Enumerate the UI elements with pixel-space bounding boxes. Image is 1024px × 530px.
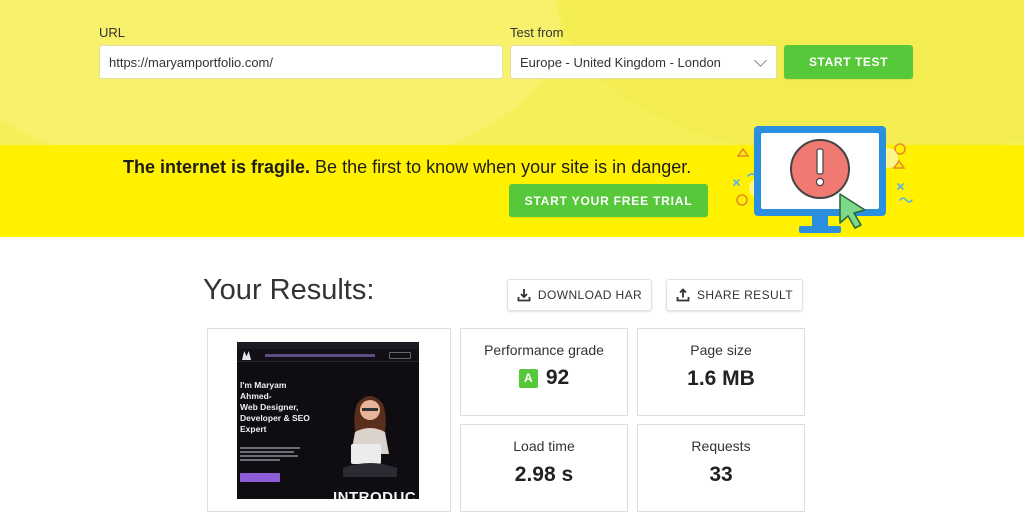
requests-label: Requests [691, 438, 751, 454]
test-location-value: Europe - United Kingdom - London [520, 54, 721, 70]
promo-headline-bold: The internet is fragile. [123, 157, 311, 177]
page-size-label: Page size [690, 342, 752, 358]
share-result-button[interactable]: SHARE RESULT [666, 279, 803, 311]
start-test-button[interactable]: START TEST [784, 45, 913, 79]
load-time-card: Load time 2.98 s [460, 424, 628, 512]
requests-value: 33 [709, 463, 733, 486]
results-title: Your Results: [203, 274, 375, 306]
performance-grade-value: 92 [545, 366, 570, 389]
monitor-alert-graphic [733, 126, 913, 233]
cropped-page-title [400, 0, 630, 2]
url-label: URL [99, 25, 126, 40]
download-har-button[interactable]: DOWNLOAD HAR [507, 279, 652, 311]
preview-cta [240, 473, 280, 482]
requests-card: Requests 33 [637, 424, 805, 512]
performance-grade-label: Performance grade [484, 342, 604, 358]
download-har-label: DOWNLOAD HAR [537, 288, 643, 302]
load-time-value: 2.98 s [514, 463, 574, 486]
test-location-select[interactable]: Europe - United Kingdom - London [510, 45, 777, 79]
test-from-label: Test from [510, 25, 564, 40]
page-size-card: Page size 1.6 MB [637, 328, 805, 416]
share-result-label: SHARE RESULT [697, 288, 793, 302]
monitor-alert-illustration [728, 118, 918, 243]
promo-headline: The internet is fragile. Be the first to… [123, 157, 691, 178]
promo-headline-rest: Be the first to know when your site is i… [310, 157, 692, 177]
grade-badge: A [518, 368, 538, 388]
page-size-value: 1.6 MB [687, 367, 755, 390]
preview-footer-text: INTRODUC [333, 489, 417, 499]
start-free-trial-button[interactable]: START YOUR FREE TRIAL [509, 184, 708, 217]
preview-portrait [343, 396, 397, 477]
load-time-label: Load time [513, 438, 575, 454]
site-screenshot-thumbnail: I'm Maryam Ahmed- Web Designer, Develope… [237, 342, 419, 499]
performance-grade-row: A 92 [461, 366, 627, 390]
url-input[interactable] [99, 45, 503, 79]
share-icon [676, 288, 690, 302]
preview-heading: I'm Maryam Ahmed- Web Designer, Develope… [240, 380, 310, 434]
chevron-down-icon [754, 53, 767, 67]
download-icon [517, 288, 531, 302]
performance-grade-card: Performance grade A 92 [460, 328, 628, 416]
